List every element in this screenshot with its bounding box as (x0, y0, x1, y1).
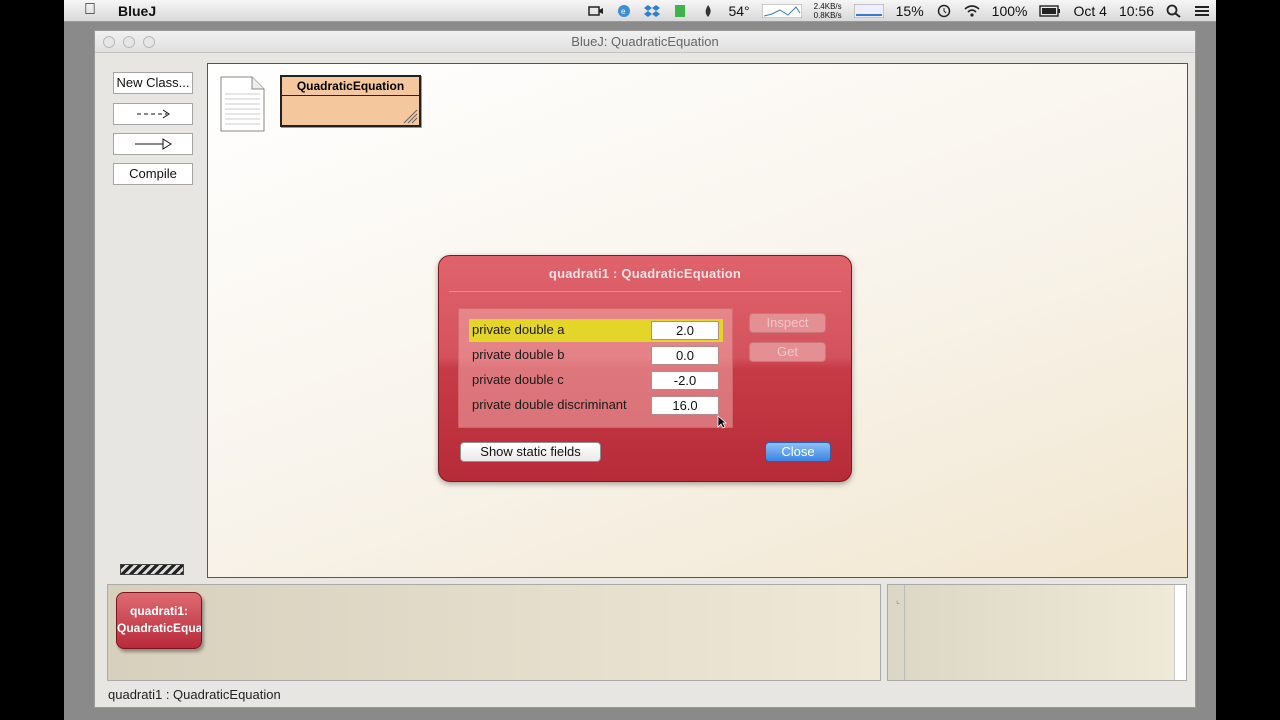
net-up: 2.4KB/s (813, 2, 842, 11)
browser-icon[interactable]: e (616, 4, 632, 18)
field-value: 0.0 (651, 346, 719, 365)
field-label: private double discriminant (472, 397, 627, 412)
new-class-button[interactable]: New Class... (113, 72, 193, 94)
clock-time[interactable]: 10:56 (1119, 3, 1154, 19)
field-row[interactable]: private double c -2.0 (469, 369, 723, 392)
inspect-button[interactable]: Inspect (749, 313, 826, 333)
inheritance-arrow-button[interactable] (113, 133, 193, 155)
flame-icon[interactable] (700, 4, 716, 18)
clock-date[interactable]: Oct 4 (1073, 3, 1106, 19)
class-name: QuadraticEquation (282, 77, 419, 96)
screen:  BlueJ e 54° 2.4KB/s 0.8KB/s 15% 100% O… (64, 0, 1216, 720)
battery-icon[interactable] (1039, 4, 1061, 18)
field-row[interactable]: private double discriminant 16.0 (469, 394, 723, 417)
object-quadrati1[interactable]: quadrati1: QuadraticEqua (116, 592, 202, 649)
evernote-icon[interactable] (672, 4, 688, 18)
close-button[interactable]: Close (765, 442, 831, 462)
get-button[interactable]: Get (749, 342, 826, 362)
dropbox-icon[interactable] (644, 4, 661, 18)
dashed-arrow-icon (137, 109, 170, 119)
status-tray: e 54° 2.4KB/s 0.8KB/s 15% 100% Oct 4 10:… (582, 0, 1216, 22)
svg-text:e: e (621, 7, 626, 16)
network-graph-icon[interactable] (761, 4, 802, 18)
solid-arrow-icon (135, 138, 172, 150)
time-machine-icon[interactable] (936, 4, 952, 18)
status-bar: quadrati1 : QuadraticEquation (108, 687, 281, 702)
resize-handle-icon[interactable] (402, 108, 418, 124)
net-down: 0.8KB/s (813, 11, 842, 20)
minimize-window-icon[interactable] (123, 36, 135, 48)
window-title: BlueJ: QuadraticEquation (571, 34, 719, 49)
field-label: private double a (472, 322, 565, 337)
field-row[interactable]: private double b 0.0 (469, 344, 723, 367)
temperature-readout[interactable]: 54° (728, 3, 749, 19)
codepad-marker-icon: ⌞ (896, 595, 901, 605)
field-value: 2.0 (651, 321, 719, 340)
inspector-divider (449, 291, 841, 292)
code-pad[interactable]: ⌞ (887, 584, 1187, 681)
field-value: 16.0 (651, 396, 719, 415)
video-camera-icon[interactable] (588, 4, 604, 18)
app-menu[interactable]: BlueJ (118, 3, 156, 19)
cpu-readout[interactable]: 15% (896, 3, 924, 19)
zoom-window-icon[interactable] (143, 36, 155, 48)
codepad-scrollbar[interactable] (1174, 585, 1186, 680)
codepad-gutter (904, 585, 905, 680)
cpu-graph-icon[interactable] (853, 4, 884, 18)
window-titlebar[interactable]: BlueJ: QuadraticEquation (95, 31, 1195, 53)
show-static-fields-button[interactable]: Show static fields (460, 442, 601, 462)
uses-arrow-button[interactable] (113, 103, 193, 125)
close-window-icon[interactable] (103, 36, 115, 48)
readme-document-icon[interactable] (220, 76, 265, 132)
menu-bar:  BlueJ e 54° 2.4KB/s 0.8KB/s 15% 100% O… (64, 0, 1216, 22)
notification-list-icon[interactable] (1194, 4, 1210, 18)
object-type: QuadraticEqua (117, 621, 202, 635)
field-row[interactable]: private double a 2.0 (469, 319, 723, 342)
wifi-icon[interactable] (964, 4, 980, 18)
fields-list[interactable]: private double a 2.0 private double b 0.… (458, 308, 733, 429)
field-label: private double b (472, 347, 565, 362)
spotlight-search-icon[interactable] (1166, 4, 1182, 18)
battery-readout[interactable]: 100% (992, 3, 1028, 19)
network-speed[interactable]: 2.4KB/s 0.8KB/s (814, 2, 842, 20)
mouse-pointer-icon (717, 415, 727, 429)
object-inspector-dialog: quadrati1 : QuadraticEquation private do… (438, 255, 852, 482)
field-value: -2.0 (651, 371, 719, 390)
compile-button[interactable]: Compile (113, 163, 193, 185)
apple-menu-icon[interactable]:  (84, 1, 96, 19)
object-bench[interactable]: quadrati1: QuadraticEqua (107, 584, 881, 681)
progress-indicator (120, 564, 184, 575)
class-quadraticequation[interactable]: QuadraticEquation (280, 75, 421, 127)
inspector-title: quadrati1 : QuadraticEquation (548, 266, 742, 281)
field-label: private double c (472, 372, 564, 387)
object-name: quadrati1: (129, 604, 188, 618)
